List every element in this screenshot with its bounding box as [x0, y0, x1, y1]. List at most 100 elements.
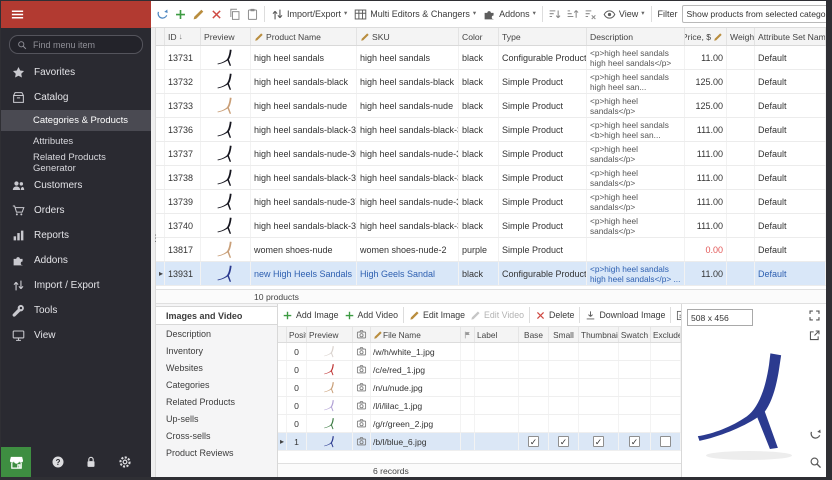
column-header-preview[interactable]: Preview: [201, 28, 251, 45]
store-button[interactable]: [1, 447, 31, 477]
sidebar-item-reports[interactable]: Reports: [1, 223, 151, 248]
help-button[interactable]: [51, 455, 65, 469]
column-header-flag[interactable]: [461, 327, 475, 342]
pencil-icon: [470, 310, 481, 321]
image-row[interactable]: 0 /w/h/white_1.jpg: [278, 343, 681, 361]
price-cell: 11.00: [685, 46, 727, 69]
settings-button[interactable]: [118, 455, 132, 469]
edit-product-button[interactable]: [190, 3, 207, 25]
table-row[interactable]: 13732 high heel sandals-black high heel …: [156, 70, 826, 94]
zoom-image-button[interactable]: [809, 456, 822, 469]
sidebar-item-catalog[interactable]: Catalog: [1, 85, 151, 110]
column-header-preview[interactable]: Preview: [307, 327, 353, 342]
swatch-checkbox[interactable]: [629, 436, 640, 447]
column-header-base[interactable]: Base: [519, 327, 549, 342]
cart-icon: [12, 204, 25, 217]
sidebar-item-customers[interactable]: Customers: [1, 173, 151, 198]
exclude-checkbox[interactable]: [660, 436, 671, 447]
sidebar-item-view[interactable]: View: [1, 323, 151, 348]
sidebar-subitem[interactable]: Attributes: [1, 131, 151, 152]
column-header-weight[interactable]: Weight: [727, 28, 755, 45]
image-row[interactable]: 1 /b/l/blue_6.jpg: [278, 433, 681, 451]
paste-button[interactable]: [244, 3, 261, 25]
resize-dimensions-input[interactable]: [687, 309, 753, 326]
column-header-file-name[interactable]: File Name: [371, 327, 461, 342]
app-menu-button[interactable]: [1, 1, 151, 28]
sort-ascending-button[interactable]: [546, 3, 563, 25]
column-header-media-type[interactable]: [353, 327, 371, 342]
add-image-button[interactable]: Add Image: [280, 305, 341, 325]
image-row[interactable]: 0 /l/i/lilac_1.jpg: [278, 397, 681, 415]
sidebar-item-orders[interactable]: Orders: [1, 198, 151, 223]
sidebar-item-addons[interactable]: Addons: [1, 248, 151, 273]
lock-button[interactable]: [84, 455, 98, 469]
column-header-id[interactable]: ID↓: [165, 28, 201, 45]
reset-sorting-button[interactable]: [582, 3, 599, 25]
table-row[interactable]: 13931 new High Heels Sandals High Geels …: [156, 262, 826, 286]
tab[interactable]: Product Reviews: [156, 444, 277, 461]
table-row[interactable]: 13739 high heel sandals-nude-37 high hee…: [156, 190, 826, 214]
table-row[interactable]: 13731 high heel sandals high heel sandal…: [156, 46, 826, 70]
column-header-type[interactable]: Type: [499, 28, 587, 45]
tab-label: Related Products: [166, 397, 235, 407]
tab[interactable]: Description: [156, 325, 277, 342]
column-header-thumbnail[interactable]: Thumbnail: [579, 327, 619, 342]
base-checkbox[interactable]: [528, 436, 539, 447]
column-header-price[interactable]: Price, $: [685, 28, 727, 45]
copy-button[interactable]: [226, 3, 243, 25]
image-row[interactable]: 0 /c/e/red_1.jpg: [278, 361, 681, 379]
table-row[interactable]: 13817 women shoes-nude women shoes-nude-…: [156, 238, 826, 262]
sidebar-item-tools[interactable]: Tools: [1, 298, 151, 323]
table-row[interactable]: 13740 high heel sandals-black-38 high he…: [156, 214, 826, 238]
delete-product-button[interactable]: [208, 3, 225, 25]
column-header-description[interactable]: Description: [587, 28, 685, 45]
sidebar-item-import-export[interactable]: Import / Export: [1, 273, 151, 298]
view-menu[interactable]: View ▾: [600, 3, 648, 25]
table-row[interactable]: 13736 high heel sandals-black-36 high he…: [156, 118, 826, 142]
addons-menu[interactable]: Addons ▾: [480, 3, 539, 25]
tab[interactable]: Inventory: [156, 342, 277, 359]
column-header-small[interactable]: Small: [549, 327, 579, 342]
column-header-color[interactable]: Color: [459, 28, 499, 45]
expand-preview-button[interactable]: [808, 309, 821, 322]
column-header-label[interactable]: Label: [475, 327, 519, 342]
sort-descending-button[interactable]: [564, 3, 581, 25]
category-filter-select[interactable]: Show products from selected categories ▾: [682, 5, 826, 23]
sidebar-subitem[interactable]: Categories & Products: [1, 110, 151, 131]
tab[interactable]: Images and Video: [156, 306, 277, 325]
tab[interactable]: Cross-sells: [156, 427, 277, 444]
column-header-sku[interactable]: SKU: [357, 28, 459, 45]
image-row[interactable]: 0 /n/u/nude.jpg: [278, 379, 681, 397]
column-header-product-name[interactable]: Product Name: [251, 28, 357, 45]
column-header-attribute-set[interactable]: Attribute Set Name: [755, 28, 826, 45]
sidebar-subitem[interactable]: Related Products Generator: [1, 152, 151, 173]
small-checkbox[interactable]: [558, 436, 569, 447]
import-export-menu[interactable]: Import/Export ▾: [268, 3, 350, 25]
search-input[interactable]: [31, 39, 135, 51]
edit-image-button[interactable]: Edit Image: [407, 305, 467, 325]
table-row[interactable]: 13737 high heel sandals-nude-36 high hee…: [156, 142, 826, 166]
tab[interactable]: Websites: [156, 359, 277, 376]
table-row[interactable]: 13738 high heel sandals-black-37 high he…: [156, 166, 826, 190]
thumbnail-checkbox[interactable]: [593, 436, 604, 447]
column-header-exclude[interactable]: Exclude: [651, 327, 681, 342]
tab[interactable]: Up-sells: [156, 410, 277, 427]
tab[interactable]: Categories: [156, 376, 277, 393]
rotate-image-button[interactable]: [809, 428, 822, 441]
refresh-button[interactable]: [154, 3, 171, 25]
expand-icon: [808, 309, 821, 322]
download-image-button[interactable]: Download Image: [583, 305, 667, 325]
open-external-button[interactable]: [808, 329, 821, 342]
multi-editors-menu[interactable]: Multi Editors & Changers ▾: [351, 3, 479, 25]
price-cell: 111.00: [685, 166, 727, 189]
add-video-button[interactable]: Add Video: [342, 305, 400, 325]
delete-image-button[interactable]: Delete: [533, 305, 576, 325]
sidebar-item-favorites[interactable]: Favorites: [1, 60, 151, 85]
image-row[interactable]: 0 /g/r/green_2.jpg: [278, 415, 681, 433]
tab[interactable]: Related Products: [156, 393, 277, 410]
add-product-button[interactable]: [172, 3, 189, 25]
table-row[interactable]: 13733 high heel sandals-nude high heel s…: [156, 94, 826, 118]
column-header-position[interactable]: Position: [287, 327, 307, 342]
column-header-swatch[interactable]: Swatch: [619, 327, 651, 342]
sidebar-search[interactable]: [9, 35, 143, 54]
